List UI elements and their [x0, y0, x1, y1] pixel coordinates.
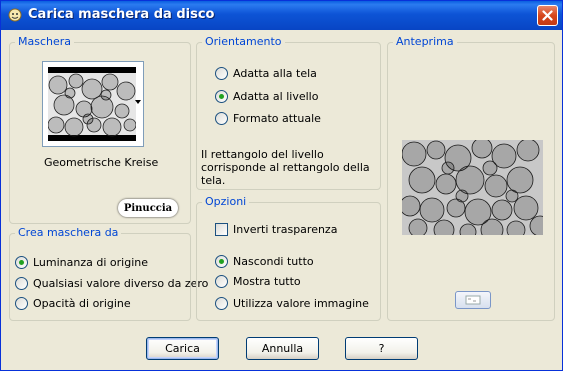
- radio-indicator[interactable]: [215, 297, 228, 310]
- radio-indicator[interactable]: [215, 275, 228, 288]
- dialog-window: Carica maschera da disco Maschera Geomet…: [0, 0, 563, 371]
- load-button[interactable]: Carica: [146, 337, 219, 360]
- checkbox-invert-transparency[interactable]: Inverti trasparenza: [215, 223, 337, 236]
- preview-zoom-button[interactable]: [455, 291, 491, 309]
- zoom-icon: [465, 295, 481, 305]
- options-legend: Opzioni: [202, 195, 250, 208]
- radio-current-size[interactable]: Formato attuale: [215, 112, 321, 125]
- radio-luminance[interactable]: Luminanza di origine: [15, 256, 148, 269]
- orientation-description: Il rettangolo del livello corrisponde al…: [201, 148, 370, 187]
- radio-any-nonzero[interactable]: Qualsiasi valore diverso da zero: [15, 277, 208, 290]
- radio-label: Opacità di origine: [33, 297, 131, 310]
- radio-label: Formato attuale: [233, 112, 321, 125]
- window-title: Carica maschera da disco: [28, 7, 215, 22]
- title-bar[interactable]: Carica maschera da disco: [1, 1, 562, 30]
- radio-fit-layer[interactable]: Adatta al livello: [215, 90, 318, 103]
- chevron-down-icon[interactable]: [135, 100, 141, 104]
- radio-label: Mostra tutto: [233, 275, 301, 288]
- radio-indicator[interactable]: [215, 255, 228, 268]
- checkbox-label: Inverti trasparenza: [233, 223, 338, 236]
- radio-indicator[interactable]: [215, 90, 228, 103]
- preview-legend: Anteprima: [393, 35, 457, 48]
- mask-selector[interactable]: [42, 61, 144, 147]
- orientation-legend: Orientamento: [202, 35, 285, 48]
- preview-image: [402, 140, 543, 235]
- radio-indicator[interactable]: [15, 256, 28, 269]
- close-button[interactable]: [537, 5, 558, 26]
- radio-use-image-value[interactable]: Utilizza valore immagine: [215, 297, 369, 310]
- radio-label: Luminanza di origine: [33, 256, 148, 269]
- radio-source-opacity[interactable]: Opacità di origine: [15, 297, 131, 310]
- mask-name: Geometrische Kreise: [44, 156, 159, 169]
- radio-indicator[interactable]: [15, 297, 28, 310]
- radio-label: Adatta alla tela: [233, 67, 317, 80]
- radio-show-all[interactable]: Mostra tutto: [215, 275, 301, 288]
- radio-indicator[interactable]: [215, 112, 228, 125]
- help-button[interactable]: ?: [345, 337, 418, 360]
- create-mask-legend: Crea maschera da: [15, 226, 122, 239]
- radio-label: Adatta al livello: [233, 90, 319, 103]
- pinuccia-logo: Pinuccia: [118, 199, 178, 217]
- app-icon: [8, 8, 22, 22]
- mask-thumbnail: [48, 67, 136, 141]
- mask-group-legend: Maschera: [15, 35, 75, 48]
- cancel-button[interactable]: Annulla: [246, 337, 319, 360]
- radio-label: Utilizza valore immagine: [233, 297, 369, 310]
- radio-hide-all[interactable]: Nascondi tutto: [215, 255, 314, 268]
- radio-indicator[interactable]: [215, 67, 228, 80]
- radio-indicator[interactable]: [15, 277, 28, 290]
- checkbox-indicator[interactable]: [215, 223, 228, 236]
- radio-fit-canvas[interactable]: Adatta alla tela: [215, 67, 317, 80]
- radio-label: Qualsiasi valore diverso da zero: [33, 277, 209, 290]
- close-icon: [542, 10, 553, 21]
- radio-label: Nascondi tutto: [233, 255, 314, 268]
